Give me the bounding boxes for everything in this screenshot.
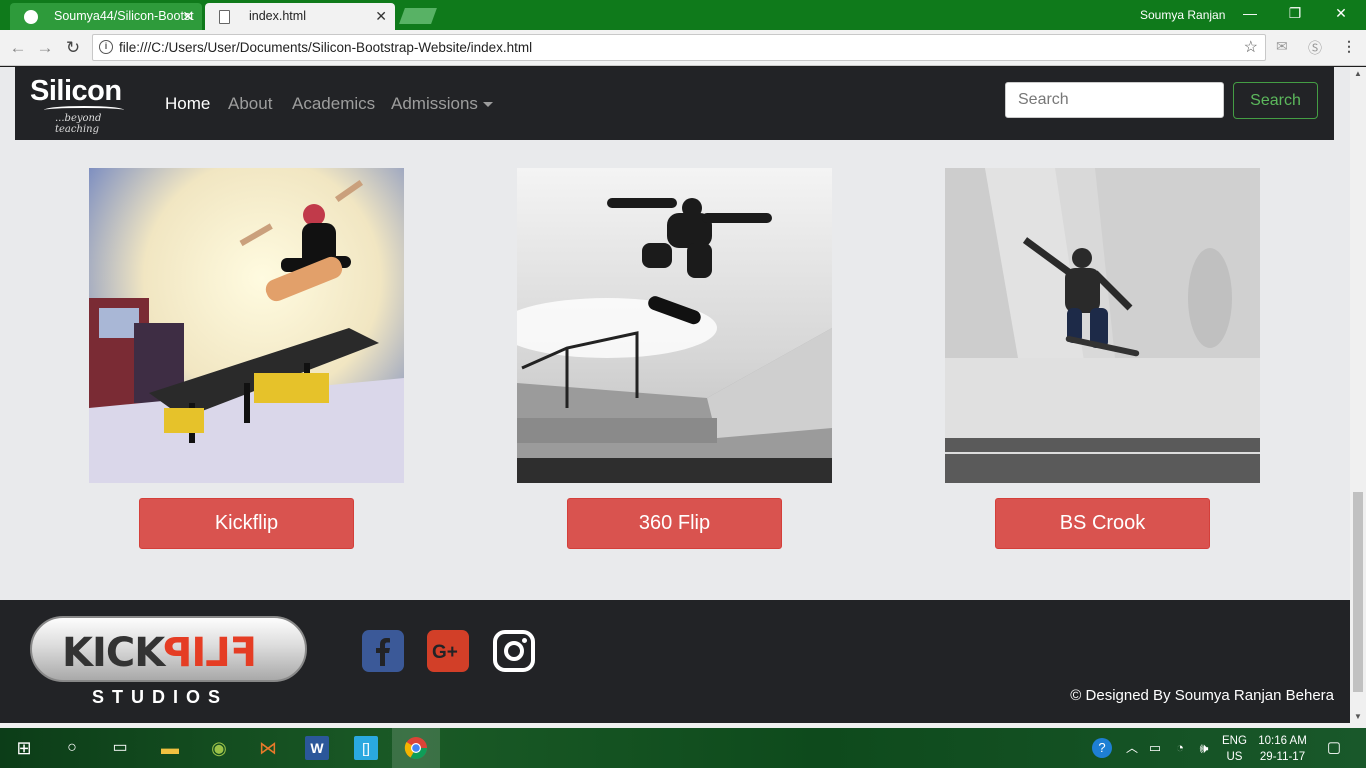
kickflip-image [89, 168, 404, 483]
profile-name[interactable]: Soumya Ranjan [1140, 8, 1225, 22]
close-window-button[interactable]: ✕ [1331, 5, 1351, 22]
bs-crook-button[interactable]: BS Crook [995, 498, 1210, 549]
language-indicator[interactable]: ENG US [1222, 733, 1247, 765]
logo-tagline: ...beyond teaching [55, 113, 102, 135]
kickflip-button[interactable]: Kickflip [139, 498, 354, 549]
system-clock[interactable]: 10:16 AM 29-11-17 [1255, 733, 1310, 765]
region-text: US [1226, 751, 1243, 763]
site-footer: KICKFLIP STUDIOS G+ © Designed By Soumya… [0, 600, 1350, 723]
close-tab-icon[interactable]: ✕ [182, 8, 194, 25]
browser-titlebar: Soumya44/Silicon-Bootst ✕ index.html ✕ S… [0, 0, 1366, 30]
360-flip-button[interactable]: 360 Flip [567, 498, 782, 549]
address-bar[interactable]: i file:///C:/Users/User/Documents/Silico… [92, 34, 1266, 61]
nav-about[interactable]: About [228, 94, 272, 114]
visual-studio-icon[interactable]: ⋈ [256, 736, 280, 760]
scrollbar-thumb[interactable] [1353, 492, 1363, 692]
minimize-button[interactable]: — [1240, 5, 1260, 21]
nav-admissions-label: Admissions [391, 94, 478, 113]
logo-flip-text: FLIP [164, 630, 258, 676]
clock-date: 29-11-17 [1259, 751, 1306, 763]
info-icon[interactable]: i [99, 40, 113, 54]
nav-admissions[interactable]: Admissions [391, 94, 493, 114]
volume-icon[interactable]: 🕪 [1192, 736, 1216, 760]
gmail-extension-icon[interactable]: ✉ [1276, 38, 1288, 55]
task-view-icon[interactable]: ▭ [108, 736, 132, 760]
nav-home[interactable]: Home [165, 94, 210, 114]
language-text: ENG [1222, 735, 1247, 747]
battery-icon[interactable]: ▭ [1143, 736, 1167, 760]
reload-icon[interactable]: ↻ [63, 38, 83, 58]
tab-label: index.html [249, 9, 306, 23]
nav-academics[interactable]: Academics [292, 94, 375, 114]
instagram-icon[interactable] [493, 630, 535, 672]
document-icon [219, 10, 230, 24]
page-scrollbar[interactable]: ▲ ▼ [1350, 67, 1366, 723]
google-plus-icon[interactable]: G+ [427, 630, 469, 672]
scroll-down-arrow-icon[interactable]: ▼ [1354, 712, 1362, 721]
chrome-taskbar-icon[interactable] [392, 728, 440, 768]
logo-pill: KICKFLIP [30, 616, 307, 682]
search-button[interactable]: Search [1233, 82, 1318, 119]
search-input[interactable] [1005, 82, 1224, 118]
restore-button[interactable]: ❐ [1285, 5, 1305, 22]
kickflip-studios-logo: KICKFLIP STUDIOS [30, 616, 307, 711]
github-icon [24, 10, 38, 24]
cortana-search-icon[interactable]: ○ [60, 736, 84, 760]
new-tab-button[interactable] [399, 8, 437, 24]
caret-down-icon [482, 102, 493, 108]
facebook-icon[interactable] [362, 630, 404, 672]
url-text[interactable]: file:///C:/Users/User/Documents/Silicon-… [119, 40, 532, 55]
windows-taskbar: ⊞ ○ ▭ ▬ ◉ ⋈ W [] ? ︿ ▭ ◔ 🕪 ENG US 10:16 A… [0, 728, 1366, 768]
skype-extension-icon[interactable]: Ⓢ [1308, 38, 1322, 58]
site-navbar: Silicon ...beyond teaching Home About Ac… [15, 67, 1334, 140]
chevron-up-icon[interactable]: ︿ [1120, 736, 1144, 760]
clock-time: 10:16 AM [1258, 735, 1307, 747]
tab-github[interactable]: Soumya44/Silicon-Bootst ✕ [10, 3, 202, 30]
logo-wordmark: KICKFLIP [62, 630, 257, 676]
back-arrow-icon[interactable]: ← [8, 38, 28, 58]
scroll-up-arrow-icon[interactable]: ▲ [1354, 69, 1362, 78]
notifications-icon[interactable]: ▢ [1322, 736, 1346, 760]
tab-label: Soumya44/Silicon-Bootst [54, 9, 194, 23]
bookmark-star-icon[interactable]: ☆ [1244, 37, 1258, 57]
wifi-icon[interactable]: ◔ [1168, 736, 1192, 760]
brackets-icon[interactable]: [] [354, 736, 378, 760]
close-tab-icon[interactable]: ✕ [375, 8, 387, 25]
tab-index[interactable]: index.html ✕ [205, 3, 395, 30]
logo-studios-text: STUDIOS [92, 687, 229, 707]
silicon-logo[interactable]: Silicon ...beyond teaching [30, 75, 145, 135]
page-viewport: Silicon ...beyond teaching Home About Ac… [0, 67, 1350, 723]
logo-kick-text: KICK [62, 630, 165, 676]
footer-credits: © Designed By Soumya Ranjan Behera [1070, 687, 1334, 704]
forward-arrow-icon[interactable]: → [35, 38, 55, 58]
logo-title: Silicon [30, 75, 122, 107]
360-flip-image [517, 168, 832, 483]
browser-toolbar: ← → ↻ i file:///C:/Users/User/Documents/… [0, 30, 1366, 66]
svg-text:G+: G+ [432, 642, 458, 663]
help-icon[interactable]: ? [1092, 738, 1112, 758]
word-icon[interactable]: W [305, 736, 329, 760]
file-explorer-icon[interactable]: ▬ [158, 736, 182, 760]
chrome-menu-icon[interactable]: ⋮ [1342, 38, 1356, 55]
windows-start-icon[interactable]: ⊞ [12, 736, 36, 760]
android-studio-icon[interactable]: ◉ [207, 736, 231, 760]
bs-crook-image [945, 168, 1260, 483]
